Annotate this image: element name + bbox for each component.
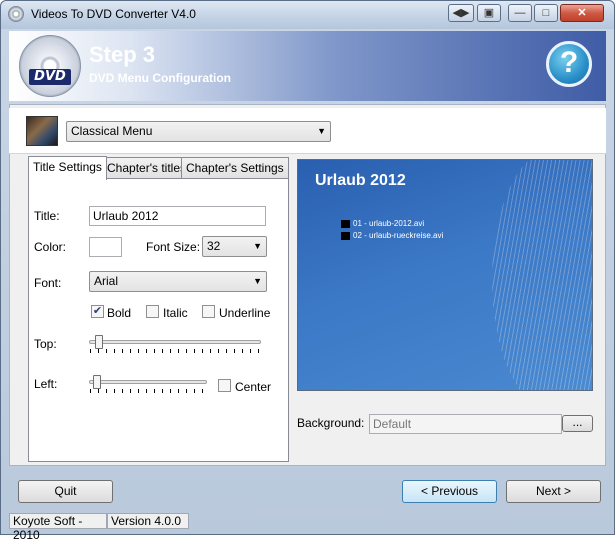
background-label: Background: [297,416,365,430]
chevron-down-icon: ▼ [317,126,326,136]
next-button[interactable]: Next > [506,480,601,503]
dvd-logo: DVD [29,69,71,85]
preview-chapter-item: 02 - urlaub-rueckreise.avi [341,231,443,240]
menu-thumbnail-icon [26,116,58,146]
browse-button[interactable]: ... [562,415,593,432]
center-checkbox[interactable] [218,379,231,392]
arrows-icon[interactable]: ◀▶ [448,4,474,22]
app-window: Videos To DVD Converter V4.0 ◀▶ ▣ — □ ✕ … [0,0,615,542]
font-size-select[interactable]: 32 ▼ [202,236,267,257]
color-picker[interactable] [89,237,122,257]
status-version: Version 4.0.0 [107,513,189,529]
quit-button[interactable]: Quit [18,480,113,503]
app-disc-icon [8,6,24,22]
chevron-down-icon: ▼ [253,241,262,251]
minimize-icon[interactable]: — [508,4,532,22]
left-slider[interactable] [89,380,207,384]
left-slider-thumb[interactable] [93,375,102,389]
maximize-icon[interactable]: □ [534,4,558,22]
help-icon[interactable]: ? [546,41,592,87]
title-label: Title: [34,209,60,223]
italic-checkbox[interactable] [146,305,159,318]
underline-checkbox[interactable] [202,305,215,318]
underline-label: Underline [219,306,271,320]
dvd-disc-icon [19,35,81,97]
font-select[interactable]: Arial ▼ [89,271,267,292]
menu-style-value: Classical Menu [71,124,153,138]
step-subtitle: DVD Menu Configuration [89,71,231,85]
tab-chapters-settings[interactable]: Chapter's Settings [181,157,289,179]
chapter-marker-icon [341,231,350,240]
chevron-down-icon: ▼ [253,276,262,286]
title-input[interactable]: Urlaub 2012 [89,206,266,226]
preview-title: Urlaub 2012 [315,172,406,189]
left-slider-ticks [90,389,206,393]
status-bar: Koyote Soft - 2010 Version 4.0.0 [9,513,606,542]
tab-title-settings[interactable]: Title Settings [28,156,107,180]
background-input[interactable]: Default [369,414,562,434]
preview-chapter-item: 01 - urlaub-2012.avi [341,219,424,228]
font-value: Arial [94,274,119,288]
top-label: Top: [34,337,57,351]
close-icon[interactable]: ✕ [560,4,604,22]
top-slider-ticks [90,349,260,353]
preview-chapter-label: 02 - urlaub-rueckreise.avi [353,231,444,240]
font-size-label: Font Size: [146,240,201,254]
menu-preview: Urlaub 2012 01 - urlaub-2012.avi 02 - ur… [297,159,593,391]
chapter-marker-icon [341,219,350,228]
menu-style-select[interactable]: Classical Menu ▼ [66,121,331,142]
preview-chapter-label: 01 - urlaub-2012.avi [353,219,425,228]
color-label: Color: [34,240,67,254]
title-bar[interactable]: Videos To DVD Converter V4.0 ◀▶ ▣ — □ ✕ [1,1,614,29]
bold-checkbox[interactable]: ✔ [91,305,104,318]
previous-button[interactable]: < Previous [402,480,497,503]
bold-label: Bold [107,306,132,320]
left-label: Left: [34,377,58,391]
top-slider-thumb[interactable] [94,335,103,349]
italic-label: Italic [163,306,188,320]
status-company: Koyote Soft - 2010 [9,513,107,542]
step-header: DVD Step 3 DVD Menu Configuration ? [9,31,606,101]
restore-icon[interactable]: ▣ [477,4,501,22]
font-size-value: 32 [207,239,221,253]
top-slider[interactable] [89,340,261,344]
step-title: Step 3 [89,42,156,67]
tab-chapters-titles[interactable]: Chapter's titles [102,157,191,179]
window-title: Videos To DVD Converter V4.0 [31,7,196,21]
preview-waves-decoration [492,160,592,390]
center-label: Center [235,380,272,394]
font-label: Font: [34,276,62,290]
